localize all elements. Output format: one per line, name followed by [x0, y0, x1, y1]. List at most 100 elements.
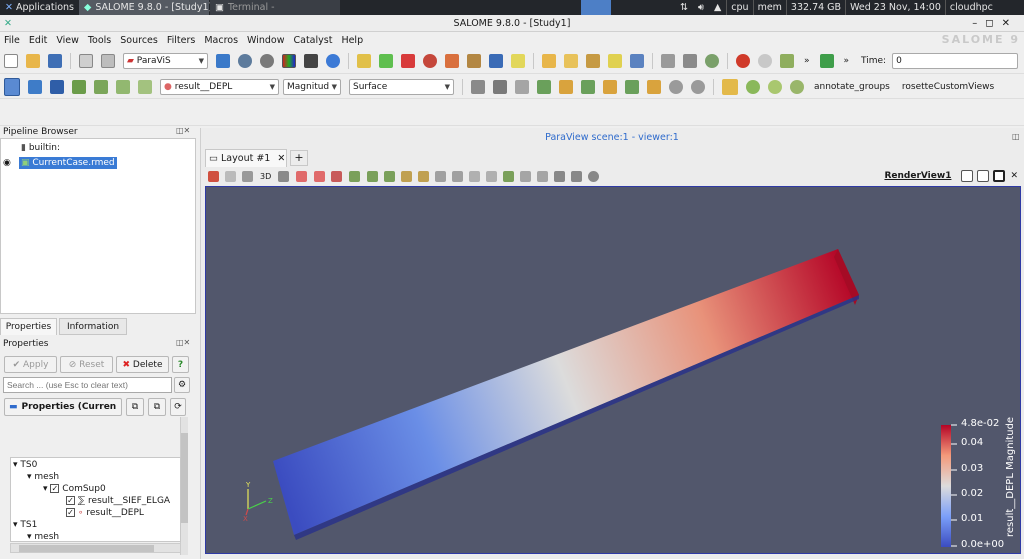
clip-icon[interactable]	[401, 53, 415, 68]
camera-reset-icon[interactable]	[683, 53, 697, 68]
properties-scrollbar[interactable]	[180, 417, 188, 555]
paraview-icon[interactable]	[216, 53, 230, 68]
probe-icon[interactable]	[520, 170, 532, 182]
zoom-data-icon[interactable]	[138, 79, 152, 94]
rescale-temporal-icon[interactable]	[94, 79, 108, 94]
toolbar-overflow-icon[interactable]: »	[844, 56, 850, 66]
menu-macros[interactable]: Macros	[204, 35, 238, 46]
center-axes-icon[interactable]	[746, 79, 760, 94]
paste-properties-icon[interactable]: ⧉	[148, 398, 166, 416]
paste-icon[interactable]	[101, 53, 115, 68]
pick-center-icon[interactable]	[768, 79, 782, 94]
pipeline-item-currentcase[interactable]: ▣ CurrentCase.rmed	[19, 157, 117, 169]
capture-icon[interactable]	[208, 170, 219, 182]
link-icon[interactable]	[780, 53, 794, 68]
select-points-icon[interactable]	[314, 170, 326, 182]
view-plus-x-icon[interactable]	[537, 79, 551, 94]
query-icon[interactable]	[469, 170, 481, 182]
split-vertical-icon[interactable]	[977, 170, 990, 182]
select-frustum-icon[interactable]	[331, 170, 343, 182]
geom-icon[interactable]	[260, 53, 274, 68]
render-view[interactable]: Y Z X 4.8e-02 0.04 0.03 0.02 0.01 0.0e+0…	[205, 186, 1021, 554]
gear-icon[interactable]: ⚙	[174, 377, 190, 393]
menu-filters[interactable]: Filters	[167, 35, 195, 46]
screenshot-icon[interactable]	[242, 170, 253, 182]
paravis-module-icon[interactable]	[282, 53, 296, 68]
tree-item-depl[interactable]: ✓ ∘ result__DEPL	[66, 507, 144, 519]
applications-menu[interactable]: ✕ Applications	[0, 0, 79, 15]
scrollbar-thumb[interactable]	[19, 545, 154, 552]
show-center-icon[interactable]	[790, 79, 804, 94]
toggle-color-legend-icon[interactable]	[4, 77, 20, 96]
reset-range-icon[interactable]	[50, 79, 64, 94]
split-icon[interactable]	[225, 170, 236, 182]
ruler-icon[interactable]	[503, 170, 515, 182]
pick-icon[interactable]	[608, 53, 622, 68]
add-icon[interactable]	[554, 170, 566, 182]
reset-button[interactable]: ⊘ Reset	[60, 356, 113, 373]
view-minus-z-icon[interactable]	[647, 79, 661, 94]
maximize-icon[interactable]: ◻	[985, 18, 1001, 29]
zoom-closest-icon[interactable]	[493, 79, 507, 94]
slice-icon[interactable]	[423, 53, 437, 68]
clock[interactable]: Wed 23 Nov, 14:00	[845, 0, 945, 15]
tree-horizontal-scrollbar[interactable]	[10, 543, 181, 553]
tree-item-mesh[interactable]: ▾ mesh	[27, 471, 59, 483]
toggle-3d-button[interactable]: 3D	[260, 172, 271, 181]
script-icon[interactable]	[630, 53, 644, 68]
plugin-rosette-views[interactable]: rosetteCustomViews	[902, 82, 994, 92]
tree-item-mesh-ts1[interactable]: ▾ mesh	[27, 531, 59, 541]
add-layout-tab-button[interactable]: +	[290, 150, 308, 166]
block-icon[interactable]	[588, 170, 600, 182]
undo-icon[interactable]	[736, 53, 750, 68]
folder-icon[interactable]	[542, 53, 556, 68]
tree-item-ts0[interactable]: ▾ TS0	[13, 459, 37, 471]
menu-catalyst[interactable]: Catalyst	[294, 35, 333, 46]
toolbar-overflow-icon[interactable]: »	[804, 56, 810, 66]
view-plus-z-icon[interactable]	[625, 79, 639, 94]
rotate-plus-90-icon[interactable]	[669, 79, 683, 94]
reader-icon[interactable]	[357, 53, 371, 68]
component-selector[interactable]: Magnitud ▼	[283, 78, 341, 95]
shrink-selection-icon[interactable]	[452, 170, 464, 182]
timer-icon[interactable]	[705, 53, 719, 68]
hover-points-icon[interactable]	[418, 170, 430, 182]
menu-edit[interactable]: Edit	[29, 35, 47, 46]
grow-selection-icon[interactable]	[435, 170, 447, 182]
minus-icon[interactable]	[571, 170, 583, 182]
volume-icon[interactable]: 🔊︎	[693, 0, 709, 15]
menu-sources[interactable]: Sources	[120, 35, 158, 46]
zoom-box-icon[interactable]	[515, 79, 529, 94]
new-file-icon[interactable]	[4, 53, 18, 68]
workspace-indicator[interactable]	[581, 0, 611, 15]
maximize-view-icon[interactable]	[993, 170, 1006, 182]
module-selector[interactable]: ▰ ParaViS ▼	[123, 52, 208, 69]
calculator-icon[interactable]	[489, 53, 503, 68]
tab-properties[interactable]: Properties	[0, 318, 57, 335]
close-icon[interactable]: ✕	[1002, 18, 1018, 29]
interactive-select-icon[interactable]	[401, 170, 413, 182]
zoom-selection-icon[interactable]	[278, 170, 290, 182]
contour-icon[interactable]	[445, 53, 459, 68]
rescale-custom-icon[interactable]	[72, 79, 86, 94]
properties-search-input[interactable]	[3, 377, 172, 393]
clear-selection-icon[interactable]	[486, 170, 498, 182]
view-minus-y-icon[interactable]	[603, 79, 617, 94]
taskbar-terminal[interactable]: ▣ Terminal -	[210, 0, 340, 15]
select-cells-icon[interactable]	[296, 170, 308, 182]
first-frame-icon[interactable]	[819, 53, 834, 68]
open-folder-icon[interactable]	[26, 53, 40, 68]
checkbox[interactable]: ✓	[66, 496, 75, 505]
edit-colormap-icon[interactable]	[28, 79, 42, 94]
cube-icon[interactable]	[379, 53, 393, 68]
hover-cells-icon[interactable]	[537, 170, 549, 182]
time-input[interactable]: 0	[892, 52, 1019, 69]
view-plus-y-icon[interactable]	[581, 79, 595, 94]
representation-selector[interactable]: Surface ▼	[349, 78, 454, 95]
minimize-icon[interactable]: –	[972, 18, 985, 29]
globe-icon[interactable]	[326, 53, 340, 68]
select-cells-on-icon[interactable]	[384, 170, 396, 182]
close-view-icon[interactable]: ◫	[1012, 132, 1020, 141]
view-minus-x-icon[interactable]	[559, 79, 573, 94]
apply-button[interactable]: ✔ Apply	[4, 356, 57, 373]
